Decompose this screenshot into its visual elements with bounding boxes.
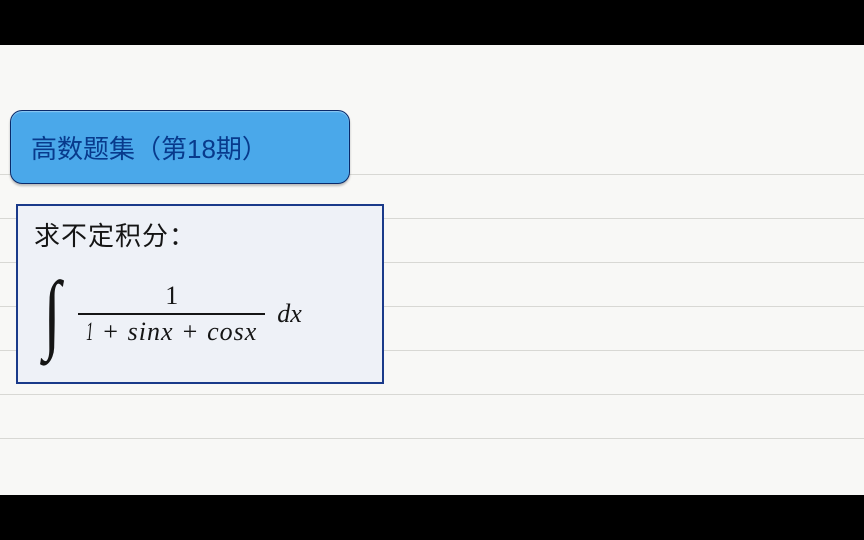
ruled-line: [0, 394, 864, 395]
title-text: 高数题集（第18期）: [31, 129, 268, 166]
problem-box: 求不定积分： ∫ 1 1 + sinx + cosx dx: [16, 204, 384, 384]
ruled-line: [0, 438, 864, 439]
page-content: 高数题集（第18期） 求不定积分： ∫ 1 1 + sinx + cosx dx: [0, 45, 864, 495]
fraction: 1 1 + sinx + cosx: [78, 281, 265, 347]
dx: dx: [277, 299, 302, 329]
problem-prompt: 求不定积分：: [34, 216, 366, 253]
integral-expression: ∫ 1 1 + sinx + cosx dx: [34, 259, 366, 369]
integral-sign-icon: ∫: [43, 274, 60, 353]
letterbox-top: [0, 0, 864, 45]
numerator: 1: [78, 281, 265, 313]
title-box: 高数题集（第18期）: [10, 110, 350, 184]
letterbox-bottom: [0, 495, 864, 540]
denominator: 1 + sinx + cosx: [78, 315, 265, 347]
